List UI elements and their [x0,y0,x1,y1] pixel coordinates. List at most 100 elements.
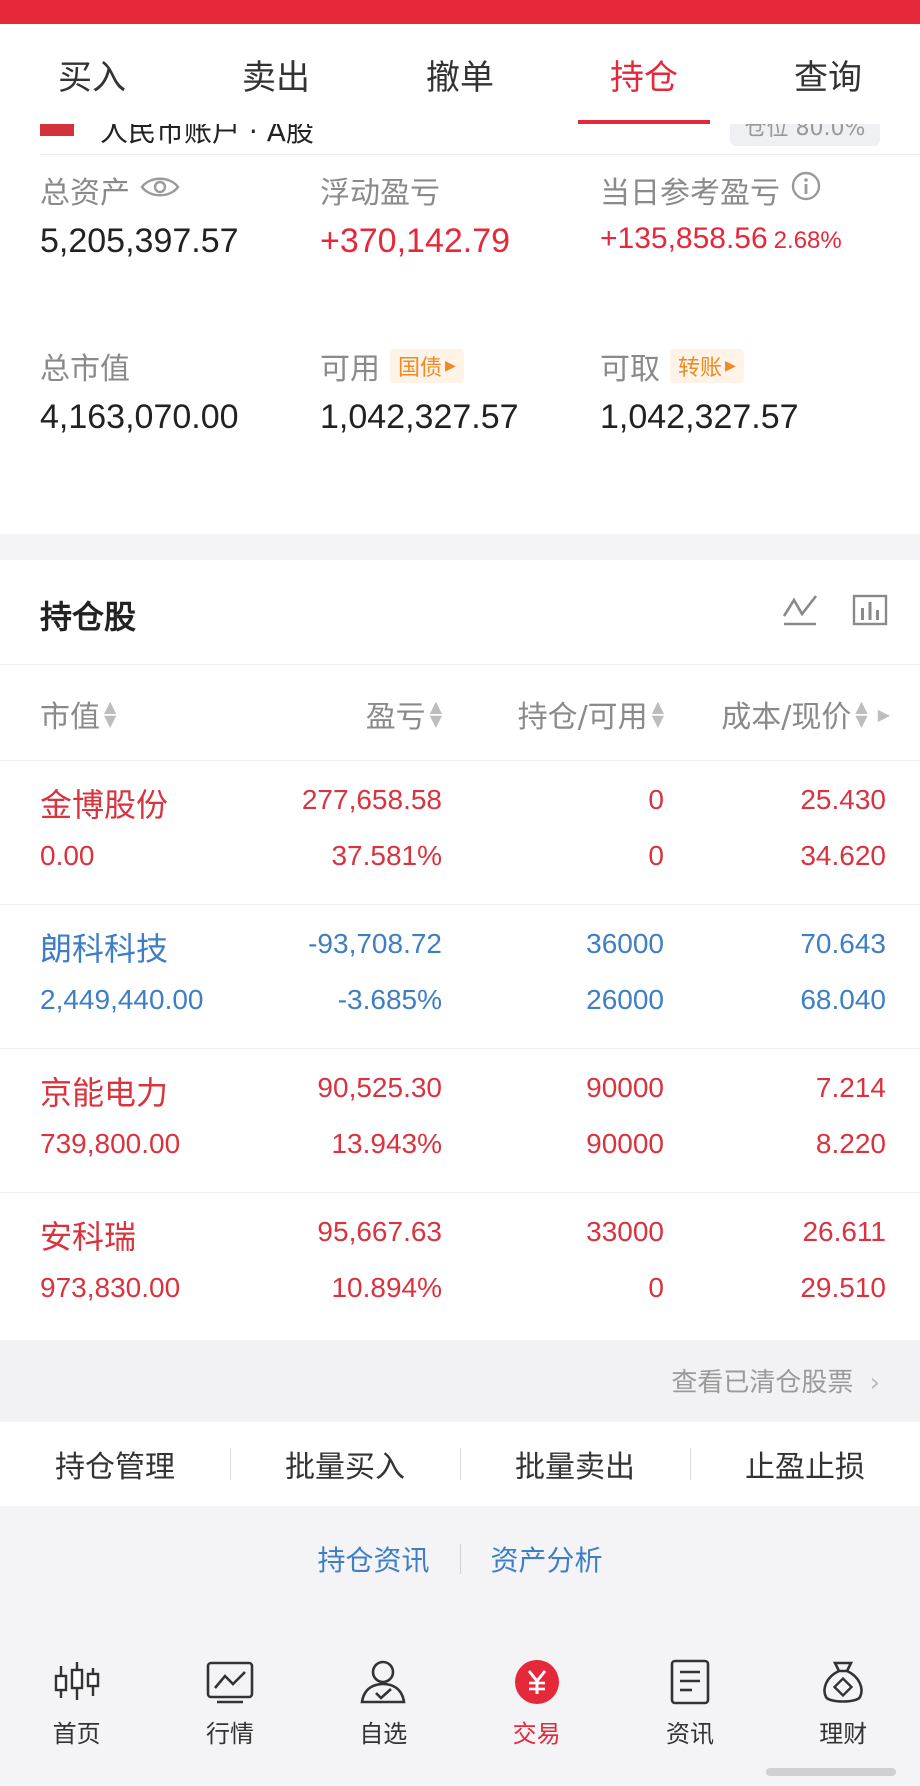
line-chart-icon[interactable] [780,590,820,634]
info-icon[interactable] [790,170,822,210]
stock-cost: 25.430 [800,784,886,815]
table-row[interactable]: 朗科科技 2,449,440.00 -93,708.72 -3.685% 360… [0,904,920,1049]
stock-cost: 26.611 [802,1216,886,1247]
sort-cost[interactable]: 成本/现价 ▲ ▼ ▶ [721,692,890,736]
cleared-stocks-label: 查看已清仓股票 [671,1368,854,1398]
withdrawable-label: 可取 [600,352,660,387]
tab-cancel[interactable]: 撤单 [368,24,552,124]
total-assets-value: 5,205,397.57 [40,222,239,260]
withdrawable-funds: 可取 转账 ▶ 1,042,327.57 [600,344,799,437]
sort-icon: ▲ ▼ [104,697,117,730]
treasury-bond-tag[interactable]: 国债 ▶ [390,349,464,383]
holding-news-link[interactable]: 持仓资讯 [317,1539,429,1579]
sort-position[interactable]: 持仓/可用 ▲ ▼ [518,692,664,736]
stock-pnl-percent: 37.581% [331,840,442,871]
document-icon [664,1656,716,1708]
floating-pnl: 浮动盈亏 +370,142.79 [320,168,510,261]
cleared-stocks-link[interactable]: 查看已清仓股票 › [671,1362,880,1399]
available-funds: 可用 国债 ▶ 1,042,327.57 [320,344,519,437]
table-row[interactable]: 京能电力 739,800.00 90,525.30 13.943% 90000 … [0,1048,920,1193]
holdings-panel: 持仓股 市值 ▲▼ 盈亏 ▲▼ 持仓/可用 ▲▼ 成本/现价 ▲▼ ▶ [0,560,920,1340]
account-flag-icon [40,124,74,136]
market-value: 总市值 4,163,070.00 [40,344,239,437]
bottom-navigation: 首页 行情 自选 交易 资讯 理财 [0,1612,920,1786]
total-assets-label: 总资产 [40,176,130,211]
stock-available: 26000 [586,984,664,1015]
status-bar [0,0,920,24]
nav-wealth[interactable]: 理财 [767,1612,920,1786]
bar-chart-icon[interactable] [850,590,890,634]
nav-news[interactable]: 资讯 [613,1612,766,1786]
tab-buy[interactable]: 买入 [0,24,184,124]
nav-trade[interactable]: 交易 [460,1612,613,1786]
nav-market[interactable]: 行情 [153,1612,306,1786]
holdings-header: 持仓股 [0,560,920,665]
stock-pnl: -93,708.72 [308,928,442,959]
table-row[interactable]: 金博股份 0.00 277,658.58 37.581% 0 0 25.430 … [0,760,920,905]
nav-label: 资讯 [665,1720,714,1748]
sort-market-value[interactable]: 市值 ▲ ▼ [40,692,116,736]
nav-watchlist[interactable]: 自选 [307,1612,460,1786]
stock-pnl: 277,658.58 [301,784,442,815]
sort-icon: ▲ ▼ [651,697,664,730]
account-name: 人民币账户 · A股 [100,124,314,148]
account-selector[interactable]: 人民币账户 · A股 仓位 80.0% [0,124,920,150]
stock-name: 京能电力 [40,1074,169,1112]
candlestick-icon [51,1656,103,1708]
stock-price: 34.620 [800,840,886,871]
transfer-tag-label: 转账 [678,356,723,381]
user-check-icon [357,1656,409,1708]
available-value: 1,042,327.57 [320,398,519,436]
stock-position: 33000 [586,1216,664,1247]
treasury-bond-tag-label: 国债 [398,356,443,381]
stock-name: 朗科科技 [40,930,169,968]
table-row[interactable]: 安科瑞 973,830.00 95,667.63 10.894% 33000 0… [0,1192,920,1336]
column-label: 持仓/可用 [517,700,648,735]
cleared-stocks-bar: 查看已清仓股票 › [0,1340,920,1422]
stock-available: 0 [648,840,664,871]
stock-position: 0 [648,784,664,815]
position-ratio-badge[interactable]: 仓位 80.0% [730,124,880,146]
stock-market-value: 973,830.00 [40,1272,181,1303]
stock-name: 安科瑞 [40,1218,137,1256]
asset-analysis-link[interactable]: 资产分析 [491,1539,603,1579]
triangle-right-icon: ▶ [445,358,456,374]
holdings-column-header: 市值 ▲ ▼ 盈亏 ▲ ▼ 持仓/可用 ▲ ▼ 成本/现价 ▲ ▼ ▶ [0,664,920,761]
daily-pnl-label: 当日参考盈亏 [600,176,780,211]
transfer-tag[interactable]: 转账 ▶ [670,349,744,383]
daily-pnl: 当日参考盈亏 +135,858.56 2.68% [600,168,842,256]
scroll-right-icon[interactable]: ▶ [878,705,890,724]
total-assets: 总资产 5,205,397.57 [40,168,239,261]
tab-query[interactable]: 查询 [736,24,920,124]
nav-label: 理财 [819,1720,868,1748]
holdings-title: 持仓股 [40,598,137,636]
stock-pnl: 95,667.63 [317,1216,442,1247]
stock-market-value: 739,800.00 [40,1128,181,1159]
nav-home[interactable]: 首页 [0,1612,153,1786]
take-profit-stop-loss-button[interactable]: 止盈止损 [690,1422,920,1506]
daily-pnl-percent: 2.68% [773,227,842,254]
holding-actions: 持仓管理 批量买入 批量卖出 止盈止损 [0,1422,920,1506]
daily-pnl-amount: +135,858.56 [600,222,768,255]
home-indicator [766,1768,896,1776]
eye-icon[interactable] [140,173,180,208]
available-label: 可用 [320,352,380,387]
batch-buy-button[interactable]: 批量买入 [230,1422,460,1506]
market-value-value: 4,163,070.00 [40,398,239,436]
sort-pnl[interactable]: 盈亏 ▲ ▼ [366,692,442,736]
money-bag-icon [817,1656,869,1708]
batch-sell-button[interactable]: 批量卖出 [460,1422,690,1506]
tab-holdings[interactable]: 持仓 [552,24,736,124]
stock-price: 29.510 [800,1272,886,1303]
tab-sell[interactable]: 卖出 [184,24,368,124]
stock-cost: 7.214 [815,1072,886,1103]
holding-management-button[interactable]: 持仓管理 [0,1422,230,1506]
stock-market-value: 0.00 [40,840,95,871]
stock-price: 8.220 [815,1128,886,1159]
stock-price: 68.040 [800,984,886,1015]
stock-pnl: 90,525.30 [317,1072,442,1103]
floating-pnl-value: +370,142.79 [320,222,511,260]
stock-name: 金博股份 [40,786,169,824]
stock-available: 0 [648,1272,664,1303]
yuan-coin-icon [511,1656,563,1708]
